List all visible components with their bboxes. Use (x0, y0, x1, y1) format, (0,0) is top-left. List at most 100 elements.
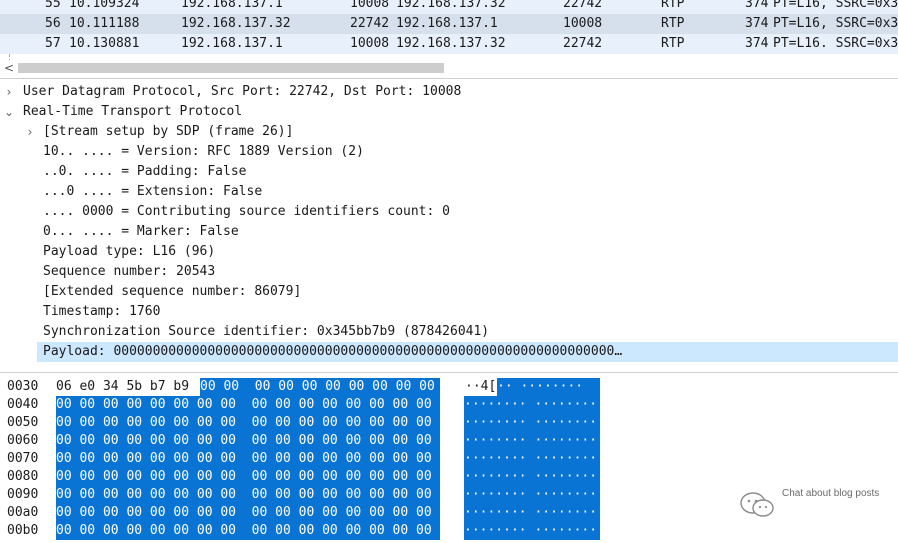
tree-item-label: [Extended sequence number: 86079] (43, 284, 302, 299)
hex-bytes-selected[interactable]: 00 00 00 00 00 00 00 00 00 00 00 00 00 0… (56, 414, 440, 432)
ascii-selected[interactable]: ········ ········ (464, 396, 600, 414)
ascii-selected[interactable]: ········ ········ (464, 504, 600, 522)
hex-offset: 0040 (7, 397, 39, 412)
packet-cell-dport: 10008 (563, 16, 603, 31)
ascii-selected[interactable]: ········ ········ (464, 432, 600, 450)
packet-cell-info: PT=L16, SSRC=0x3 (773, 0, 898, 11)
tree-item-field[interactable]: .... 0000 = Contributing source identifi… (0, 202, 898, 222)
tree-item-label: Sequence number: 20543 (43, 264, 216, 279)
packet-cell-proto: RTP (661, 16, 685, 31)
chevron-down-icon[interactable]: ⌄ (2, 102, 16, 122)
packet-cell-info: PT=L16, SSRC=0x3 (773, 16, 898, 31)
watermark-text: Chat about blog posts (782, 488, 880, 499)
packet-cell-info: PT=L16. SSRC=0x3 (773, 36, 898, 51)
packet-cell-time: 10.111188 (69, 16, 140, 31)
packet-cell-len: 374 (745, 16, 769, 31)
hex-bytes-selected[interactable]: 00 00 00 00 00 00 00 00 00 00 (200, 378, 440, 396)
hex-offset: 00a0 (7, 505, 39, 520)
packet-row[interactable]: 56 10.111188 192.168.137.32 22742 192.168.13… (0, 14, 898, 34)
hex-bytes-selected[interactable]: 00 00 00 00 00 00 00 00 00 00 00 00 00 0… (56, 504, 440, 522)
hex-bytes-plain[interactable]: 06 e0 34 5b b7 b9 (56, 378, 189, 396)
packet-cell-no: 57 (45, 36, 61, 51)
ascii-selected[interactable]: ········ ········ (464, 486, 600, 504)
tree-item-label: Synchronization Source identifier: 0x345… (43, 324, 490, 339)
packet-cell-src: 192.168.137.1 (181, 36, 283, 51)
ascii-selected[interactable]: ········ ········ (464, 522, 600, 540)
tree-item-label: 10.. .... = Version: RFC 1889 Version (2… (43, 144, 364, 159)
tree-item-label: User Datagram Protocol, Src Port: 22742,… (23, 84, 462, 99)
packet-cell-dst: 192.168.137.1 (396, 16, 498, 31)
packet-row[interactable]: 55 10.109324 192.168.137.1 10008 192.168.137… (0, 0, 898, 14)
chevron-right-icon[interactable]: › (2, 82, 16, 102)
hex-row: 0030 06 e0 34 5b b7 b9 00 00 00 00 00 00 0… (0, 378, 898, 396)
packet-cell-proto: RTP (661, 36, 685, 51)
packet-cell-time: 10.130881 (69, 36, 140, 51)
packet-cell-dst: 192.168.137.32 (396, 0, 506, 11)
watermark: Chat about blog posts (738, 488, 888, 522)
tree-item-field[interactable]: [Extended sequence number: 86079] (0, 282, 898, 302)
tree-item-label: Real-Time Transport Protocol (23, 104, 243, 119)
ascii-plain[interactable]: ··4[ (465, 378, 496, 396)
packet-cell-sport: 10008 (350, 36, 390, 51)
hex-bytes-selected[interactable]: 00 00 00 00 00 00 00 00 00 00 00 00 00 0… (56, 396, 440, 414)
packet-cell-no: 56 (45, 16, 61, 31)
packet-cell-len: 374 (745, 36, 769, 51)
packet-list-hscrollbar[interactable]: < (0, 60, 898, 76)
scroll-left-arrow-icon[interactable]: < (2, 60, 16, 76)
pane-divider[interactable] (0, 372, 898, 373)
tree-item-udp[interactable]: › User Datagram Protocol, Src Port: 2274… (0, 82, 898, 102)
tree-item-field[interactable]: Synchronization Source identifier: 0x345… (0, 322, 898, 342)
packet-cell-dport: 22742 (563, 36, 603, 51)
packet-cell-proto: RTP (661, 0, 685, 11)
tree-item-field[interactable]: Timestamp: 1760 (0, 302, 898, 322)
tree-item-label: [Stream setup by SDP (frame 26)] (43, 124, 294, 139)
scrollbar-thumb[interactable] (18, 63, 444, 73)
packet-cell-dst: 192.168.137.32 (396, 36, 506, 51)
packet-cell-sport: 10008 (350, 0, 390, 11)
chevron-right-icon[interactable]: › (23, 122, 37, 142)
packet-cell-src: 192.168.137.32 (181, 16, 291, 31)
hex-bytes-selected[interactable]: 00 00 00 00 00 00 00 00 00 00 00 00 00 0… (56, 432, 440, 450)
hex-bytes-selected[interactable]: 00 00 00 00 00 00 00 00 00 00 00 00 00 0… (56, 522, 440, 540)
packet-row[interactable]: 57 10.130881 192.168.137.1 10008 192.168.137… (0, 34, 898, 54)
hex-row: 00b0 00 00 00 00 00 00 00 00 00 00 00 00 … (0, 522, 898, 540)
hex-bytes-selected[interactable]: 00 00 00 00 00 00 00 00 00 00 00 00 00 0… (56, 450, 440, 468)
tree-item-label: Payload type: L16 (96) (43, 244, 216, 259)
packet-cell-time: 10.109324 (69, 0, 140, 11)
tree-item-label: ..0. .... = Padding: False (43, 164, 247, 179)
tree-item-field[interactable]: › [Stream setup by SDP (frame 26)] (0, 122, 898, 142)
ascii-selected[interactable]: ········ ········ (464, 450, 600, 468)
hex-row: 0050 00 00 00 00 00 00 00 00 00 00 00 00 … (0, 414, 898, 432)
tree-item-field[interactable]: 0... .... = Marker: False (0, 222, 898, 242)
hex-offset: 0060 (7, 433, 39, 448)
packet-cell-no: 55 (45, 0, 61, 11)
tree-item-rtp[interactable]: ⌄ Real-Time Transport Protocol (0, 102, 898, 122)
tree-item-field[interactable]: ..0. .... = Padding: False (0, 162, 898, 182)
packet-cell-src: 192.168.137.1 (181, 0, 283, 11)
tree-item-field[interactable]: ...0 .... = Extension: False (0, 182, 898, 202)
hex-bytes-selected[interactable]: 00 00 00 00 00 00 00 00 00 00 00 00 00 0… (56, 468, 440, 486)
hex-bytes-selected[interactable]: 00 00 00 00 00 00 00 00 00 00 00 00 00 0… (56, 486, 440, 504)
hex-row: 0080 00 00 00 00 00 00 00 00 00 00 00 00 … (0, 468, 898, 486)
pane-divider[interactable] (0, 78, 898, 79)
tree-item-label: Timestamp: 1760 (43, 304, 161, 319)
ascii-selected[interactable]: ········ ········ (464, 414, 600, 432)
tree-item-label: ...0 .... = Extension: False (43, 184, 263, 199)
hex-offset: 0080 (7, 469, 39, 484)
packet-details[interactable]: › User Datagram Protocol, Src Port: 2274… (0, 82, 898, 370)
tree-item-field[interactable]: Payload type: L16 (96) (0, 242, 898, 262)
packet-list[interactable]: 55 10.109324 192.168.137.1 10008 192.168.137… (0, 0, 898, 62)
hex-row: 0060 00 00 00 00 00 00 00 00 00 00 00 00 … (0, 432, 898, 450)
packet-cell-dport: 22742 (563, 0, 603, 11)
tree-item-field[interactable]: 10.. .... = Version: RFC 1889 Version (2… (0, 142, 898, 162)
tree-item-label: .... 0000 = Contributing source identifi… (43, 204, 450, 219)
ascii-selected[interactable]: ········ ········ (464, 468, 600, 486)
hex-offset: 0050 (7, 415, 39, 430)
tree-item-field[interactable]: Sequence number: 20543 (0, 262, 898, 282)
hex-row: 0040 00 00 00 00 00 00 00 00 00 00 00 00 … (0, 396, 898, 414)
hex-offset: 0030 (7, 379, 39, 394)
hex-row: 0070 00 00 00 00 00 00 00 00 00 00 00 00 … (0, 450, 898, 468)
packet-cell-len: 374 (745, 0, 769, 11)
tree-item-payload[interactable]: Payload: 0000000000000000000000000000000… (0, 342, 898, 362)
ascii-selected[interactable]: ·· ········ (497, 378, 600, 396)
